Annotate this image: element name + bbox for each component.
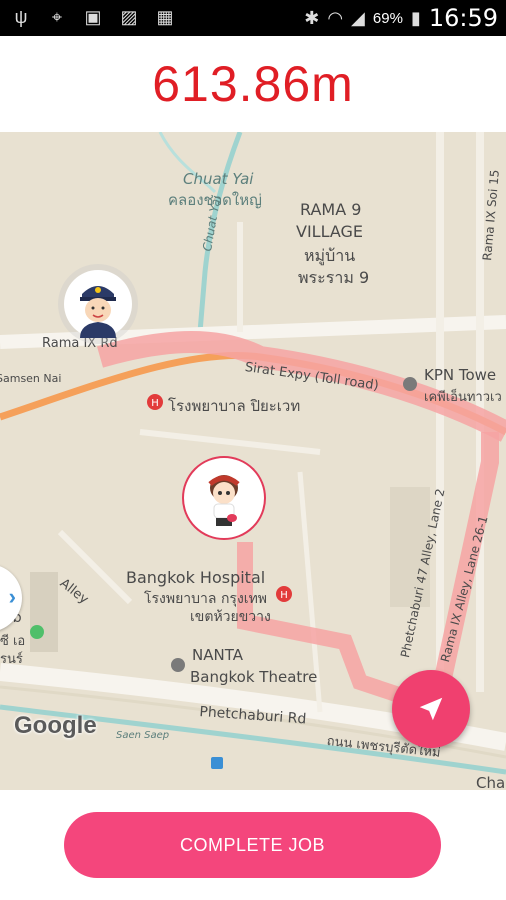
- label-samsen-nai: Samsen Nai: [0, 372, 62, 385]
- clock: 16:59: [428, 4, 498, 32]
- usb-icon: ψ: [14, 7, 28, 27]
- signal-icon: ◢: [351, 7, 365, 28]
- image-icon: ▨: [120, 7, 138, 27]
- battery-percent: 69%: [372, 9, 403, 27]
- svg-text:H: H: [151, 398, 159, 409]
- building-poi-icon: [403, 377, 417, 391]
- customer-marker-icon[interactable]: [182, 456, 266, 540]
- svg-text:H: H: [280, 590, 288, 601]
- complete-job-button[interactable]: COMPLETE JOB: [64, 812, 441, 878]
- battery-charging-icon: ▮: [410, 7, 421, 28]
- distance-header: 613.86m: [0, 36, 506, 132]
- police-marker-icon[interactable]: [64, 270, 132, 338]
- label-saen-saep: Saen Saep: [116, 730, 170, 741]
- theatre-poi-icon: [171, 658, 185, 672]
- navigate-button[interactable]: [392, 670, 470, 748]
- label-nanta-1: NANTA: [192, 646, 243, 664]
- customer-avatar-icon: [208, 475, 240, 526]
- status-bar: ψ ⌖ ▣ ▨ ▦ ✱ ◠ ◢ 69% ▮ 16:59: [0, 0, 506, 36]
- label-bangkok-hospital-en: Bangkok Hospital: [126, 568, 266, 587]
- label-chuat-yai-en: Chuat Yai: [183, 170, 254, 188]
- label-kpn-tower-en: KPN Towe: [424, 366, 497, 384]
- distance-value: 613.86m: [152, 56, 354, 112]
- label-kpn-tower-th: เคพีเอ็นทาวเว: [424, 390, 502, 405]
- bluetooth-icon: ✱: [304, 7, 320, 28]
- label-cha: Cha: [476, 774, 506, 790]
- building-block: [30, 572, 58, 652]
- park-poi-icon: [30, 625, 44, 639]
- navigation-arrow-icon: [419, 697, 443, 721]
- label-rama9-rd: Rama IX Rd: [42, 336, 118, 351]
- label-nanta-2: Bangkok Theatre: [190, 668, 318, 686]
- label-village-line1: RAMA 9: [300, 200, 362, 219]
- label-hospital-piyavate: โรงพยาบาล ปิยะเวท: [168, 397, 301, 415]
- gps-icon: ⌖: [51, 7, 63, 27]
- wifi-icon: ◠: [327, 7, 344, 28]
- transit-poi-icon: [211, 757, 223, 769]
- google-logo: Google: [14, 712, 97, 739]
- label-village-line4: พระราม 9: [298, 268, 370, 287]
- chevron-right-icon: ›: [8, 584, 16, 609]
- sim-off-icon: ▣: [84, 7, 102, 27]
- road-hospital: [139, 429, 321, 455]
- label-village-line2: VILLAGE: [296, 222, 364, 241]
- bottom-bar: COMPLETE JOB: [0, 790, 506, 900]
- label-club-th2: รนร์: [0, 652, 23, 667]
- police-avatar-icon: [65, 271, 131, 338]
- app-icon: ▦: [156, 7, 174, 27]
- label-bangkok-hospital-th2: เขตห้วยขวาง: [190, 609, 271, 625]
